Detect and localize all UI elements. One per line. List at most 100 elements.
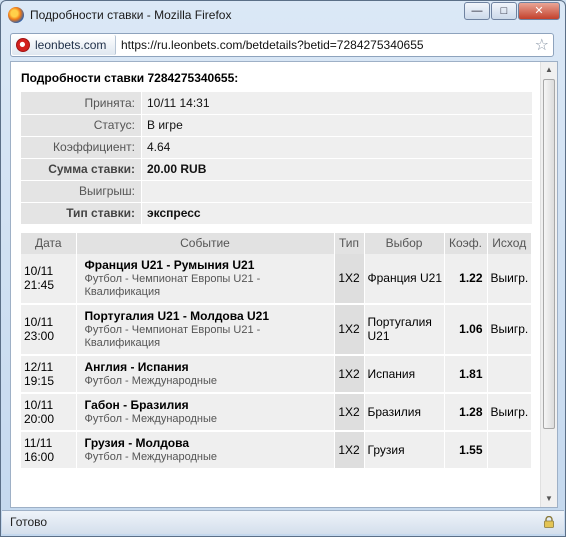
scroll-thumb[interactable] (543, 79, 555, 429)
col-event-header: Событие (76, 232, 335, 254)
col-type-header: Тип (334, 232, 365, 254)
window-title: Подробности ставки - Mozilla Firefox (30, 8, 232, 22)
event-date: 12/11 (24, 359, 54, 374)
event-datetime: 11/11 16:00 (21, 430, 77, 470)
bet-result: Выигр. (487, 303, 532, 356)
bet-coef: 1.55 (444, 430, 488, 470)
minimize-button[interactable]: — (464, 2, 490, 20)
bet-result (487, 430, 532, 470)
col-coef-header: Коэф. (444, 232, 488, 254)
info-value (142, 180, 532, 203)
window-controls: — □ ✕ (463, 2, 560, 20)
bet-coef: 1.22 (444, 253, 488, 305)
table-row: 10/11 23:00 Португалия U21 - Молдова U21 Фу… (21, 303, 532, 356)
event-name: Франция U21 - Румыния U21 (84, 257, 255, 272)
info-label: Принята: (21, 92, 141, 115)
event-date: 10/11 (24, 315, 54, 329)
leonbets-icon (16, 38, 30, 52)
bet-type: 1X2 (334, 354, 365, 394)
bet-type: 1X2 (334, 253, 365, 305)
col-result-header: Исход (487, 232, 532, 254)
info-row: Коэффициент: 4.64 (21, 136, 532, 159)
bet-coef: 1.06 (444, 303, 488, 356)
event-cell: Грузия - Молдова Футбол - Международные (76, 430, 335, 470)
event-league: Футбол - Чемпионат Европы U21 - Квалифик… (84, 323, 261, 349)
star-icon[interactable]: ☆ (535, 35, 549, 55)
bet-selection: Грузия (364, 430, 445, 470)
url-text[interactable]: https://ru.leonbets.com/betdetails?betid… (121, 38, 424, 52)
info-row: Тип ставки: экспресс (21, 202, 532, 225)
event-name: Грузия - Молдова (84, 435, 190, 450)
event-league: Футбол - Международные (84, 374, 218, 387)
page-title: Подробности ставки 7284275340655: (21, 71, 239, 85)
event-date: 10/11 (24, 264, 54, 278)
event-name: Англия - Испания (84, 359, 189, 374)
bet-selection: Португалия U21 (364, 303, 445, 356)
close-button[interactable]: ✕ (518, 2, 560, 20)
info-label: Статус: (21, 114, 141, 137)
event-time: 16:00 (24, 449, 55, 464)
col-selection-header: Выбор (364, 232, 445, 254)
status-bar: Готово (2, 510, 564, 534)
address-bar[interactable]: leonbets.com https://ru.leonbets.com/bet… (10, 33, 554, 57)
event-time: 20:00 (24, 411, 55, 426)
info-label: Выигрыш: (21, 180, 141, 203)
browser-window: Подробности ставки - Mozilla Firefox — □… (0, 0, 566, 537)
event-time: 19:15 (24, 373, 55, 388)
event-date: 11/11 (24, 435, 53, 450)
event-cell: Франция U21 - Румыния U21 Футбол - Чемпио… (76, 253, 335, 305)
bet-type: 1X2 (334, 430, 365, 470)
event-cell: Габон - Бразилия Футбол - Международные (76, 392, 335, 432)
bet-result: Выигр. (487, 392, 532, 432)
info-row: Статус: В игре (21, 114, 532, 137)
site-identity-button[interactable]: leonbets.com (12, 35, 116, 55)
event-datetime: 10/11 21:45 (21, 253, 77, 305)
info-row: Сумма ставки: 20.00 RUB (21, 158, 532, 181)
col-date-header: Дата (21, 232, 77, 254)
bet-type: 1X2 (334, 303, 365, 356)
bet-selection: Франция U21 (364, 253, 445, 305)
event-cell: Англия - Испания Футбол - Международные (76, 354, 335, 394)
maximize-button[interactable]: □ (491, 2, 517, 20)
bet-coef: 1.28 (444, 392, 488, 432)
title-bar[interactable]: Подробности ставки - Mozilla Firefox — □… (1, 1, 565, 29)
scroll-up-icon[interactable]: ▲ (541, 62, 557, 78)
event-datetime: 10/11 23:00 (21, 303, 77, 356)
lock-icon[interactable] (544, 516, 554, 528)
bet-info-table: Принята: 10/11 14:31 Статус: В игре Коэффици… (21, 92, 532, 225)
info-label: Сумма ставки: (21, 158, 141, 181)
bet-coef: 1.81 (444, 354, 488, 394)
event-time: 21:45 (24, 278, 55, 292)
info-row: Выигрыш: (21, 180, 532, 203)
status-text: Готово (10, 515, 48, 529)
info-value: экспресс (142, 202, 532, 225)
event-league: Футбол - Международные (84, 450, 218, 463)
bet-selection: Испания (364, 354, 445, 394)
info-value: 20.00 RUB (142, 158, 532, 181)
info-row: Принята: 10/11 14:31 (21, 92, 532, 115)
vertical-scrollbar[interactable]: ▲ ▼ (540, 62, 557, 507)
event-datetime: 12/11 19:15 (21, 354, 77, 394)
site-name: leonbets.com (35, 38, 107, 52)
event-name: Габон - Бразилия (84, 397, 189, 412)
event-date: 10/11 (24, 397, 54, 412)
event-datetime: 10/11 20:00 (21, 392, 77, 432)
bet-result: Выигр. (487, 253, 532, 305)
bet-details: Подробности ставки 7284275340655: Принят… (21, 71, 532, 470)
event-league: Футбол - Чемпионат Европы U21 - Квалифик… (84, 272, 261, 298)
event-league: Футбол - Международные (84, 412, 218, 425)
event-time: 23:00 (24, 329, 55, 343)
firefox-icon (8, 7, 24, 23)
event-name: Португалия U21 - Молдова U21 (84, 308, 270, 323)
bet-type: 1X2 (334, 392, 365, 432)
bet-selection: Бразилия (364, 392, 445, 432)
scroll-down-icon[interactable]: ▼ (541, 491, 557, 507)
info-value: 10/11 14:31 (142, 92, 532, 115)
events-table: Дата Событие Тип Выбор Коэф. Исход 10/11 21:45… (21, 232, 532, 470)
info-value: В игре (142, 114, 532, 137)
table-row: 12/11 19:15 Англия - Испания Футбол - Между… (21, 354, 532, 394)
info-label: Тип ставки: (21, 202, 141, 225)
table-row: 10/11 20:00 Габон - Бразилия Футбол - Между… (21, 392, 532, 432)
table-row: 10/11 21:45 Франция U21 - Румыния U21 Футбо… (21, 253, 532, 305)
page-content: Подробности ставки 7284275340655: Принят… (10, 61, 558, 508)
